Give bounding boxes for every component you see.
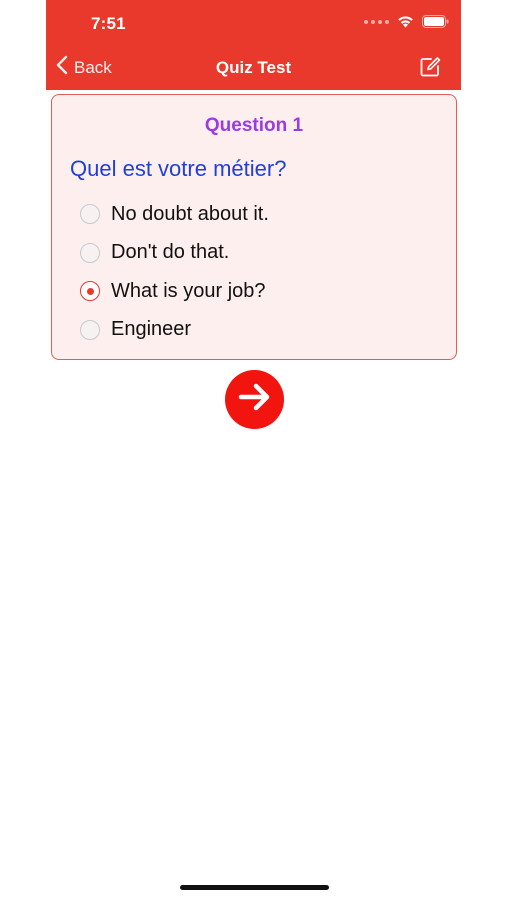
home-indicator[interactable]: [180, 885, 329, 890]
answer-option-2[interactable]: Don't do that.: [80, 234, 269, 273]
radio-button[interactable]: [80, 319, 100, 340]
question-text: Quel est votre métier?: [70, 156, 287, 181]
answer-option-1[interactable]: No doubt about it.: [80, 195, 269, 234]
answer-options: No doubt about it. Don't do that. What i…: [80, 195, 269, 349]
quiz-screen: 7:51 Back Quiz Test Question 1 Quel est …: [0, 0, 507, 900]
compose-icon: [419, 57, 441, 82]
question-number: Question 1: [204, 115, 304, 136]
answer-label: Don't do that.: [111, 241, 230, 264]
answer-label: Engineer: [111, 318, 192, 341]
battery-icon: [422, 15, 449, 28]
arrow-right-icon: [238, 382, 272, 417]
answer-option-4[interactable]: Engineer: [80, 311, 269, 350]
answer-label: What is your job?: [111, 279, 266, 302]
signal-icon: [364, 19, 389, 24]
edit-button[interactable]: [419, 56, 441, 83]
next-button[interactable]: [225, 370, 284, 429]
status-icons: [364, 15, 449, 28]
answer-option-3[interactable]: What is your job?: [80, 272, 269, 311]
status-time: 7:51: [91, 14, 126, 33]
question-card: Question 1 Quel est votre métier? No dou…: [51, 94, 457, 360]
page-title: Quiz Test: [215, 58, 292, 77]
header-bar: 7:51 Back Quiz Test: [46, 0, 461, 90]
answer-label: No doubt about it.: [111, 202, 269, 225]
radio-button-selected[interactable]: [80, 281, 100, 302]
radio-button[interactable]: [80, 204, 100, 225]
wifi-icon: [397, 15, 414, 28]
radio-button[interactable]: [80, 242, 100, 263]
